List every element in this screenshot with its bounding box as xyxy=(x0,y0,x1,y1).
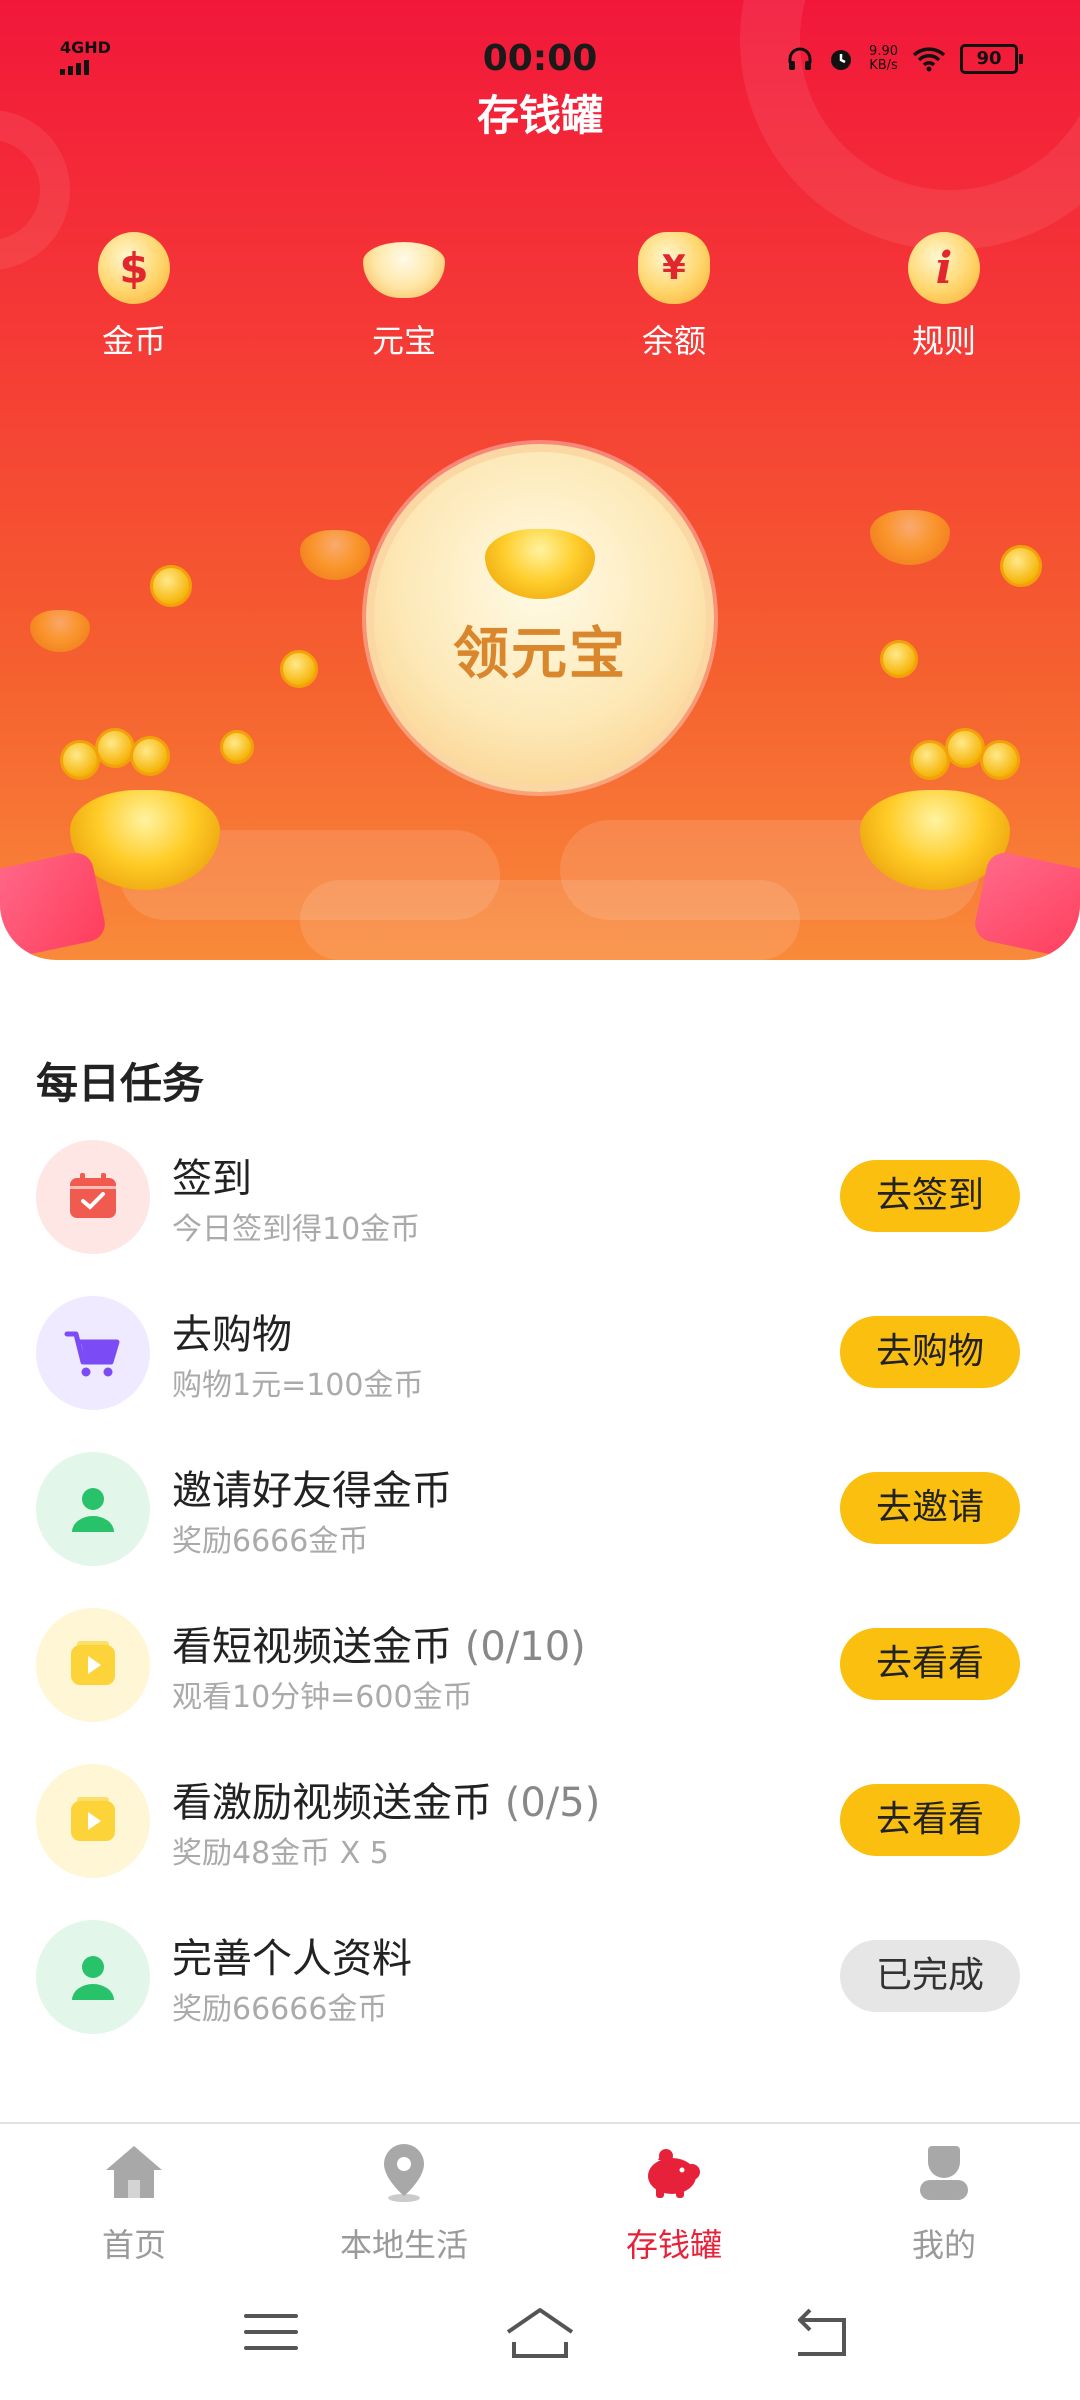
decor-coin xyxy=(880,640,918,678)
system-icons: 9.90 KB/s 90 xyxy=(787,44,1023,74)
home-nav-icon[interactable] xyxy=(500,2302,580,2362)
quick-nav-balance[interactable]: ¥ 余额 xyxy=(594,232,754,362)
headphones-icon xyxy=(788,47,812,70)
go-shopping-button[interactable]: 去购物 xyxy=(840,1316,1020,1388)
tab-label: 本地生活 xyxy=(339,2226,468,2264)
video-play-icon xyxy=(36,1764,150,1878)
task-name: 看短视频送金币 (0/10) xyxy=(172,1624,586,1670)
task-desc: 奖励66666金币 xyxy=(172,1992,388,2027)
alarm-icon xyxy=(831,50,852,70)
decor-coin xyxy=(980,740,1020,780)
decor-cloud xyxy=(300,880,800,960)
sign-in-button[interactable]: 去签到 xyxy=(840,1160,1020,1232)
quick-nav-ingots[interactable]: 元宝 xyxy=(324,232,484,362)
quick-nav-label: 余额 xyxy=(641,322,706,360)
watch-short-video-button[interactable]: 去看看 xyxy=(840,1628,1020,1700)
tab-home[interactable]: 首页 xyxy=(24,2140,244,2266)
info-icon: i xyxy=(908,232,980,304)
hero-banner: 4GHD 00:00 9.90KB/s 90 存钱罐 $ 金币 元宝 ¥ 余额 xyxy=(0,0,1080,960)
profile-icon xyxy=(920,2146,968,2200)
back-icon[interactable] xyxy=(782,2302,862,2362)
gold-ingot-icon xyxy=(363,242,445,298)
task-row: 邀请好友得金币 奖励6666金币 去邀请 xyxy=(0,1434,1080,1590)
task-desc: 观看10分钟=600金币 xyxy=(172,1680,473,1715)
quick-nav-coins[interactable]: $ 金币 xyxy=(54,232,214,362)
task-name: 看激励视频送金币 (0/5) xyxy=(172,1780,601,1826)
page-title: 存钱罐 xyxy=(476,91,603,140)
quick-nav-rules[interactable]: i 规则 xyxy=(864,232,1024,362)
task-name: 去购物 xyxy=(172,1312,292,1358)
task-name: 完善个人资料 xyxy=(172,1936,412,1982)
task-row: 去购物 购物1元=100金币 去购物 xyxy=(0,1278,1080,1434)
decor-wallet xyxy=(0,849,109,960)
task-desc: 购物1元=100金币 xyxy=(172,1368,424,1403)
home-icon xyxy=(106,2146,162,2198)
decor-coin xyxy=(945,728,985,768)
tab-piggy-bank[interactable]: 存钱罐 xyxy=(564,2140,784,2266)
decor-ingot xyxy=(870,510,950,565)
watch-reward-video-button[interactable]: 去看看 xyxy=(840,1784,1020,1856)
task-row: 看短视频送金币 (0/10) 观看10分钟=600金币 去看看 xyxy=(0,1590,1080,1746)
gold-ingot-icon xyxy=(485,528,595,599)
task-desc: 奖励48金币 X 5 xyxy=(172,1836,389,1871)
decor-coin xyxy=(910,740,950,780)
task-name: 签到 xyxy=(172,1156,252,1202)
tab-label: 我的 xyxy=(911,2226,976,2264)
decor-coin xyxy=(220,730,254,764)
daily-tasks-title: 每日任务 xyxy=(36,1059,205,1108)
tab-local-life[interactable]: 本地生活 xyxy=(294,2140,514,2266)
decor-coin xyxy=(60,740,100,780)
decor-coin xyxy=(95,728,135,768)
claim-ingot-label: 领元宝 xyxy=(453,621,627,687)
location-pin-icon xyxy=(384,2144,424,2202)
task-row: 签到 今日签到得10金币 去签到 xyxy=(0,1122,1080,1278)
money-bag-icon: ¥ xyxy=(638,232,710,304)
quick-nav-label: 元宝 xyxy=(371,322,436,360)
video-play-icon xyxy=(36,1608,150,1722)
battery-icon: 90 xyxy=(960,44,1023,74)
menu-icon[interactable] xyxy=(232,2302,312,2362)
task-desc: 奖励6666金币 xyxy=(172,1524,369,1559)
invite-button[interactable]: 去邀请 xyxy=(840,1472,1020,1544)
decor-coin xyxy=(280,650,318,688)
piggy-bank-icon xyxy=(648,2149,700,2198)
tab-mine[interactable]: 我的 xyxy=(834,2140,1054,2266)
tab-label: 首页 xyxy=(101,2226,166,2264)
task-desc: 今日签到得10金币 xyxy=(172,1212,421,1247)
user-icon xyxy=(36,1920,150,2034)
dollar-coin-icon: $ xyxy=(98,232,170,304)
task-row: 完善个人资料 奖励66666金币 已完成 xyxy=(0,1902,1080,2058)
decor-coin xyxy=(150,565,192,607)
quick-nav: $ 金币 元宝 ¥ 余额 i 规则 xyxy=(0,232,1080,372)
network-speed: 9.90 KB/s xyxy=(869,44,898,73)
user-icon xyxy=(36,1452,150,1566)
task-row: 看激励视频送金币 (0/5) 奖励48金币 X 5 去看看 xyxy=(0,1746,1080,1902)
quick-nav-label: 金币 xyxy=(101,322,166,360)
decor-ingot xyxy=(300,530,370,580)
decor-coin xyxy=(1000,545,1042,587)
bottom-tab-bar: 首页 本地生活 存钱罐 我的 xyxy=(0,2122,1080,2264)
completed-button[interactable]: 已完成 xyxy=(840,1940,1020,2012)
decor-ingot xyxy=(30,610,90,652)
wifi-icon xyxy=(912,47,946,72)
decor-wallet xyxy=(971,849,1080,960)
calendar-check-icon xyxy=(36,1140,150,1254)
quick-nav-label: 规则 xyxy=(911,322,976,360)
claim-ingot-button[interactable]: 领元宝 xyxy=(366,444,714,792)
tab-label: 存钱罐 xyxy=(625,2226,722,2264)
system-nav-bar xyxy=(0,2262,1080,2400)
task-name: 邀请好友得金币 xyxy=(172,1468,452,1514)
decor-coin xyxy=(130,736,170,776)
shopping-cart-icon xyxy=(36,1296,150,1410)
